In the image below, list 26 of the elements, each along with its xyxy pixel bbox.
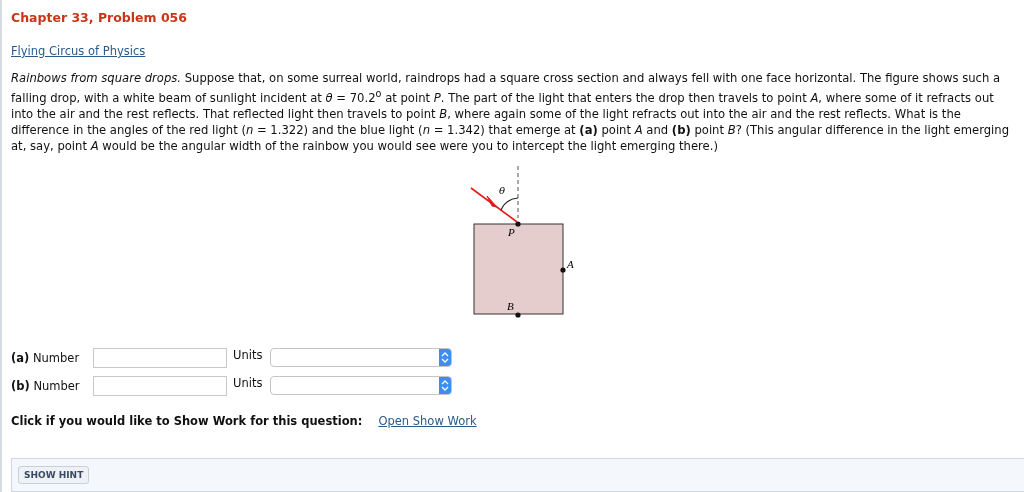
light-ray-arrow xyxy=(470,187,518,223)
point-dot xyxy=(515,221,521,227)
show-hint-button[interactable]: SHOW HINT xyxy=(18,465,90,484)
answer-label: (a) Number xyxy=(11,350,81,365)
problem-heading: Chapter 33, Problem 056 xyxy=(11,10,188,25)
number-input[interactable] xyxy=(93,347,227,368)
answer-label: (b) Number xyxy=(11,378,81,393)
angle-label: θ xyxy=(499,184,506,196)
units-select[interactable] xyxy=(270,376,453,396)
number-input[interactable] xyxy=(93,375,227,396)
point-label: B xyxy=(507,299,514,312)
show-work-link[interactable]: Open Show Work xyxy=(378,413,477,428)
point-dot xyxy=(560,267,566,273)
point-label: P xyxy=(508,225,515,238)
show-work-prompt: Click if you would like to Show Work for this question: xyxy=(11,413,363,428)
point-label: A xyxy=(567,257,574,270)
units-select[interactable] xyxy=(270,348,453,368)
angle-arc xyxy=(500,197,519,211)
source-link[interactable]: Flying Circus of Physics xyxy=(11,44,146,58)
units-label: Units xyxy=(233,347,263,362)
units-label: Units xyxy=(233,375,263,390)
spinner-icon xyxy=(439,377,452,395)
point-dot xyxy=(515,312,521,318)
problem-text: Rainbows from square drops. Suppose that, on some surreal world, raindrops had a square cross section and always fell with one face horizontal. The figure shows such a falling drop, with a white beam of sunlight incident at θ = 70.2$^{o}$ at point P. The part of the light that enters the drop then travels to point A, where some of it refracts out into the air and the rest reflects. That reflected light then travels to point B, where again some of the light refracts out into the air and the rest reflects. What is the difference in the angles of the red light (n = 1.322) and the blue light (n = 1.342) that emerge at (a) point A and (b) point B? (This angular difference in the light emerging at, say, point A would be the angular width of the rainbow you would see were you to intercept the light emerging there.) xyxy=(11,70,1010,154)
spinner-icon xyxy=(439,349,452,367)
normal-line xyxy=(517,165,519,219)
